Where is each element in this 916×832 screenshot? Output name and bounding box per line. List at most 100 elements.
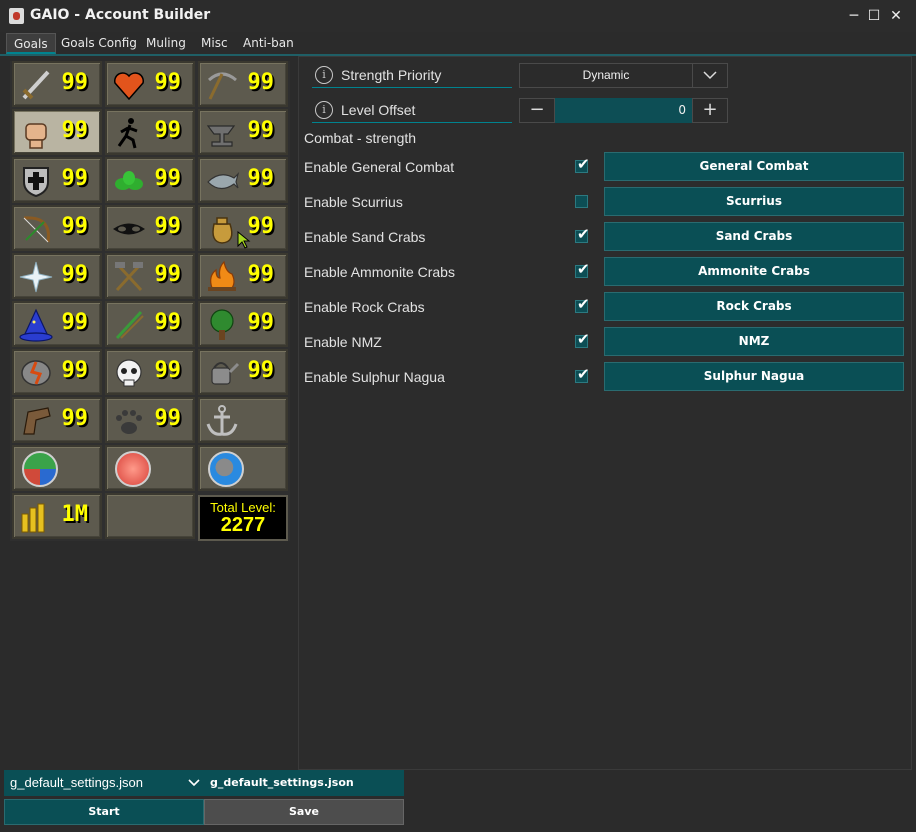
enable-sand-crabs-checkbox[interactable] — [575, 225, 590, 243]
enable-rock-crabs-checkbox[interactable] — [575, 295, 590, 313]
window-title: GAIO - Account Builder — [30, 7, 211, 23]
skill-mining[interactable]: 99 — [198, 61, 288, 107]
skill-level: 99 — [61, 118, 89, 143]
skill-firemaking[interactable]: 99 — [198, 253, 288, 299]
skull-icon — [116, 359, 142, 387]
tree-icon — [210, 309, 234, 340]
label-underline — [312, 122, 512, 123]
fishing-icon — [207, 172, 240, 190]
teleport-orb-icon — [22, 451, 58, 487]
fist-icon — [25, 123, 47, 149]
minimize-icon[interactable]: ─ — [844, 6, 864, 26]
gold-amount: 1M — [61, 502, 89, 527]
skill-level: 99 — [61, 262, 89, 287]
config-file-select[interactable]: g_default_settings.json — [4, 770, 204, 796]
general-combat-button[interactable]: General Combat — [604, 152, 904, 181]
skill-herblore[interactable]: 99 — [105, 157, 195, 203]
increment-button[interactable]: + — [692, 98, 728, 123]
blue-orb-icon — [208, 451, 244, 487]
level-offset-label: Level Offset — [341, 102, 416, 118]
enable-nmz-checkbox[interactable] — [575, 330, 590, 348]
skill-level: 99 — [154, 310, 182, 335]
mask-icon — [113, 223, 145, 235]
skill-agility[interactable]: 99 — [105, 109, 195, 155]
start-button[interactable]: Start — [4, 799, 204, 825]
skill-level: 99 — [61, 166, 89, 191]
boot-icon — [23, 407, 51, 435]
ammonite-crabs-button[interactable]: Ammonite Crabs — [604, 257, 904, 286]
skill-level: 99 — [61, 70, 89, 95]
tab-bar: Goals Goals Config Muling Misc Anti-ban — [0, 32, 916, 54]
skill-construction[interactable]: 99 — [12, 397, 102, 443]
tab-muling[interactable]: Muling — [139, 33, 193, 54]
orb-slot-blue[interactable] — [198, 445, 288, 491]
sword-icon — [22, 70, 50, 100]
gold-slot[interactable]: 1M — [12, 493, 102, 539]
enable-general-combat-checkbox[interactable] — [575, 155, 590, 173]
skill-defence[interactable]: 99 — [12, 157, 102, 203]
decrement-button[interactable]: − — [519, 98, 555, 123]
skill-thieving[interactable]: 99 — [105, 205, 195, 251]
orb-slot-teleport[interactable] — [12, 445, 102, 491]
tab-goals-config[interactable]: Goals Config — [54, 33, 144, 54]
watering-can-icon — [211, 362, 240, 385]
orb-slot-red[interactable] — [105, 445, 195, 491]
coins-icon — [21, 503, 45, 533]
enable-general-combat-label: Enable General Combat — [304, 159, 455, 175]
skill-level: 99 — [154, 118, 182, 143]
skill-level: 99 — [247, 358, 275, 383]
skill-prayer[interactable]: 99 — [12, 253, 102, 299]
java-app-icon — [9, 8, 24, 24]
info-icon[interactable]: i — [315, 66, 333, 84]
close-icon[interactable]: ✕ — [886, 6, 906, 26]
tab-goals[interactable]: Goals — [6, 33, 56, 54]
fire-icon — [208, 260, 236, 291]
enable-sand-crabs-label: Enable Sand Crabs — [304, 229, 426, 245]
tab-anti-ban[interactable]: Anti-ban — [236, 33, 301, 54]
maximize-icon[interactable]: ☐ — [864, 6, 884, 26]
scurrius-button[interactable]: Scurrius — [604, 187, 904, 216]
skill-runecraft[interactable]: 99 — [12, 349, 102, 395]
skill-crafting[interactable]: 99 — [105, 253, 195, 299]
title-bar: GAIO - Account Builder ─ ☐ ✕ — [0, 0, 916, 32]
skill-strength[interactable]: 99 — [12, 109, 102, 155]
anvil-icon — [206, 125, 236, 147]
skill-level: 99 — [154, 262, 182, 287]
sulphur-nagua-button[interactable]: Sulphur Nagua — [604, 362, 904, 391]
skill-smithing[interactable]: 99 — [198, 109, 288, 155]
skill-fletching[interactable]: 99 — [105, 301, 195, 347]
wizard-hat-icon — [19, 308, 53, 342]
sack-icon — [212, 217, 233, 244]
skill-ranged[interactable]: 99 — [12, 205, 102, 251]
tab-misc[interactable]: Misc — [194, 33, 235, 54]
skill-farming[interactable]: 99 — [198, 349, 288, 395]
enable-scurrius-checkbox[interactable] — [575, 195, 588, 208]
config-file-select-value: g_default_settings.json — [10, 775, 143, 790]
skill-slayer[interactable]: 99 — [105, 349, 195, 395]
skill-attack[interactable]: 99 — [12, 61, 102, 107]
dropdown-button[interactable] — [692, 63, 728, 88]
rock-crabs-button[interactable]: Rock Crabs — [604, 292, 904, 321]
skill-hitpoints[interactable]: 99 — [105, 61, 195, 107]
skill-level: 99 — [154, 406, 182, 431]
save-button[interactable]: Save — [204, 799, 404, 825]
red-orb-icon — [115, 451, 151, 487]
sand-crabs-button[interactable]: Sand Crabs — [604, 222, 904, 251]
strength-priority-select[interactable]: Dynamic — [519, 63, 693, 88]
enable-ammonite-crabs-checkbox[interactable] — [575, 260, 590, 278]
label-underline — [312, 87, 512, 88]
skill-magic[interactable]: 99 — [12, 301, 102, 347]
info-icon[interactable]: i — [315, 101, 333, 119]
level-offset-input[interactable]: 0 — [555, 98, 692, 123]
enable-sulphur-nagua-checkbox[interactable] — [575, 365, 590, 383]
skill-hunter-paw[interactable]: 99 — [105, 397, 195, 443]
total-level-value: 2277 — [220, 514, 266, 536]
config-name-input[interactable]: g_default_settings.json — [204, 770, 404, 796]
enable-rock-crabs-label: Enable Rock Crabs — [304, 299, 425, 315]
running-man-icon — [117, 118, 138, 149]
skill-woodcutting[interactable]: 99 — [198, 301, 288, 347]
skill-fishing[interactable]: 99 — [198, 157, 288, 203]
skill-sailing[interactable] — [198, 397, 288, 443]
nmz-button[interactable]: NMZ — [604, 327, 904, 356]
heart-icon — [113, 72, 145, 101]
